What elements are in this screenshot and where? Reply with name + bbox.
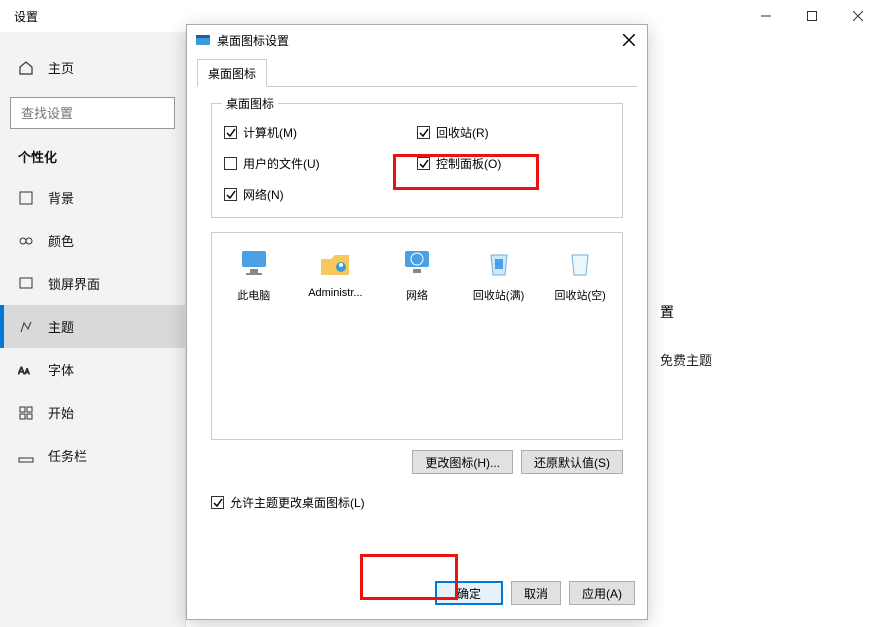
nav-icon	[18, 233, 34, 249]
main-peek-title: 置	[660, 302, 712, 322]
nav-label: 开始	[48, 403, 74, 422]
check-network[interactable]: 网络(N)	[224, 186, 417, 203]
nav-icon	[18, 405, 34, 421]
nav-label: 主题	[48, 317, 74, 336]
window-controls	[743, 0, 881, 32]
checkbox-icon	[211, 496, 224, 509]
settings-sidebar: 主页 个性化 背景颜色锁屏界面主题 Aᴀ 字体开始任务栏	[0, 32, 186, 627]
nav-label: 任务栏	[48, 446, 87, 465]
main-peek-sub: 免费主题	[660, 350, 712, 369]
dialog-title: 桌面图标设置	[217, 32, 617, 49]
nav-icon	[18, 276, 34, 292]
home-label: 主页	[48, 58, 74, 77]
checkbox-icon	[417, 157, 430, 170]
check-control-panel[interactable]: 控制面板(O)	[417, 155, 610, 172]
check-computer[interactable]: 计算机(M)	[224, 124, 417, 141]
maximize-button[interactable]	[789, 0, 835, 32]
search-input[interactable]	[19, 105, 199, 122]
nav-label: 背景	[48, 188, 74, 207]
preview-label: 网络	[406, 287, 428, 303]
nav-icon	[18, 319, 34, 335]
nav-icon	[18, 190, 34, 206]
checkbox-icon	[224, 126, 237, 139]
home-button[interactable]: 主页	[0, 50, 185, 91]
desktop-icons-group: 桌面图标 计算机(M) 回收站(R) 用户的文件(U) 控制面板(O) 网络(N…	[211, 103, 623, 218]
main-peek: 置 免费主题	[660, 302, 712, 369]
preview-icon	[562, 245, 598, 281]
nav-icon: Aᴀ	[18, 362, 34, 378]
checkbox-icon	[417, 126, 430, 139]
dialog-close-button[interactable]	[617, 28, 641, 52]
allow-themes-label: 允许主题更改桌面图标(L)	[230, 494, 365, 511]
preview-item[interactable]: 此电脑	[219, 245, 289, 303]
preview-item[interactable]: 网络	[382, 245, 452, 303]
icon-preview: 此电脑 Administr... 网络 回收站(满) 回收站(空)	[211, 232, 623, 440]
check-recycle[interactable]: 回收站(R)	[417, 124, 610, 141]
nav-item[interactable]: 开始	[0, 391, 185, 434]
category-heading: 个性化	[0, 147, 185, 176]
checkbox-icon	[224, 188, 237, 201]
allow-themes-row[interactable]: 允许主题更改桌面图标(L)	[211, 494, 623, 511]
nav-item[interactable]: 任务栏	[0, 434, 185, 477]
preview-label: 回收站(满)	[473, 287, 524, 303]
preview-icon	[317, 245, 353, 281]
preview-icon	[236, 245, 272, 281]
close-button[interactable]	[835, 0, 881, 32]
settings-title: 设置	[14, 8, 38, 25]
dialog-icon	[195, 32, 211, 48]
desktop-icons-dialog: 桌面图标设置 桌面图标 桌面图标 计算机(M) 回收站(R) 用户的文件(U) …	[186, 24, 648, 620]
home-icon	[18, 60, 34, 76]
nav-item[interactable]: 背景	[0, 176, 185, 219]
preview-item[interactable]: 回收站(满)	[464, 245, 534, 303]
preview-item[interactable]: 回收站(空)	[545, 245, 615, 303]
checkbox-icon	[224, 157, 237, 170]
ok-button[interactable]: 确定	[435, 581, 503, 605]
nav-item[interactable]: 颜色	[0, 219, 185, 262]
search-box[interactable]	[10, 97, 175, 129]
tab-desktop-icons[interactable]: 桌面图标	[197, 59, 267, 87]
dialog-titlebar: 桌面图标设置	[187, 25, 647, 55]
restore-defaults-button[interactable]: 还原默认值(S)	[521, 450, 623, 474]
preview-label: 此电脑	[237, 287, 270, 303]
preview-item[interactable]: Administr...	[300, 245, 370, 303]
nav-label: 锁屏界面	[48, 274, 100, 293]
preview-label: 回收站(空)	[555, 287, 606, 303]
preview-label: Administr...	[308, 287, 362, 299]
change-icon-button[interactable]: 更改图标(H)...	[412, 450, 513, 474]
cancel-button[interactable]: 取消	[511, 581, 561, 605]
nav-item[interactable]: Aᴀ 字体	[0, 348, 185, 391]
preview-icon	[481, 245, 517, 281]
preview-icon	[399, 245, 435, 281]
apply-button[interactable]: 应用(A)	[569, 581, 635, 605]
nav-item[interactable]: 锁屏界面	[0, 262, 185, 305]
desktop-icons-group-label: 桌面图标	[222, 95, 278, 112]
dialog-tabs: 桌面图标	[197, 59, 637, 87]
svg-text:Aᴀ: Aᴀ	[18, 366, 30, 377]
minimize-button[interactable]	[743, 0, 789, 32]
nav-label: 颜色	[48, 231, 74, 250]
nav-label: 字体	[48, 360, 74, 379]
check-user-files[interactable]: 用户的文件(U)	[224, 155, 417, 172]
nav-item[interactable]: 主题	[0, 305, 185, 348]
nav-icon	[18, 448, 34, 464]
